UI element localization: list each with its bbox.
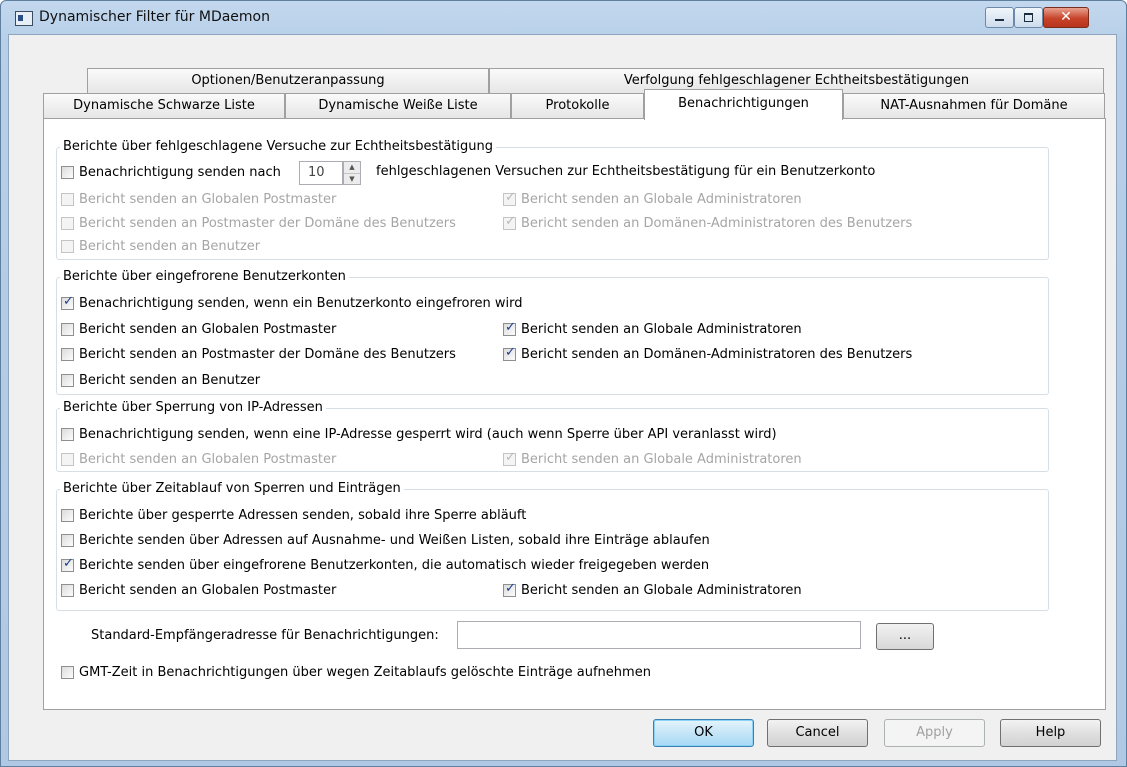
close-button[interactable]: ✕ [1043, 7, 1089, 28]
checkbox-label: Bericht senden an Globale Administratore… [521, 452, 802, 467]
attempts-suffix-label: fehlgeschlagenen Versuchen zur Echtheits… [376, 164, 876, 179]
frozen-accounts-legend: Berichte über eingefrorene Benutzerkonte… [60, 269, 349, 284]
help-button[interactable]: Help [1000, 719, 1101, 747]
checkbox-label: Bericht senden an Benutzer [79, 239, 261, 254]
checkbox-label: Bericht senden an Domänen-Administratore… [521, 216, 913, 231]
checkbox-box[interactable] [61, 556, 74, 572]
tab-dynamic-whitelist[interactable]: Dynamische Weiße Liste [285, 93, 511, 118]
window-title: Dynamischer Filter für MDaemon [39, 9, 270, 25]
checkbox-box[interactable] [61, 217, 74, 230]
apply-button[interactable]: Apply [884, 719, 985, 747]
expiry-global-postmaster-checkbox[interactable]: Bericht senden an Globalen Postmaster [61, 582, 336, 599]
checkbox-box[interactable] [61, 166, 74, 179]
checkbox-label: Bericht senden an Postmaster der Domäne … [79, 216, 456, 231]
checkbox-box[interactable] [61, 666, 74, 679]
failed-auth-legend: Berichte über fehlgeschlagene Versuche z… [60, 139, 496, 154]
expiry-blocked-checkbox[interactable]: Berichte über gesperrte Adressen senden,… [61, 507, 526, 524]
title-bar[interactable]: Dynamischer Filter für MDaemon ✕ [1, 1, 1126, 35]
frozen-global-admins-checkbox[interactable]: Bericht senden an Globale Administratore… [503, 320, 802, 338]
failed-auth-notify-checkbox[interactable]: Benachrichtigung senden nach [61, 164, 281, 181]
frozen-global-postmaster-checkbox[interactable]: Bericht senden an Globalen Postmaster [61, 321, 336, 338]
checkbox-box[interactable] [503, 345, 516, 361]
checkbox-box[interactable] [61, 428, 74, 441]
checkbox-box[interactable] [503, 450, 516, 466]
checkbox-label: Bericht senden an Globalen Postmaster [79, 192, 337, 207]
checkbox-label: Bericht senden an Benutzer [79, 373, 261, 388]
checkbox-label: Bericht senden an Globale Administratore… [521, 583, 802, 598]
cancel-button[interactable]: Cancel [767, 719, 868, 747]
checkbox-box[interactable] [61, 240, 74, 253]
expiry-lists-checkbox[interactable]: Berichte senden über Adressen auf Ausnah… [61, 532, 710, 549]
ip-block-legend: Berichte über Sperrung von IP-Adressen [60, 400, 326, 415]
attempts-spinner-input[interactable]: 10 [299, 161, 343, 185]
checkbox-box[interactable] [61, 584, 74, 597]
checkbox-label: GMT-Zeit in Benachrichtigungen über wege… [79, 665, 651, 680]
checkbox-label: Berichte über gesperrte Adressen senden,… [79, 508, 527, 523]
checkbox-label: Benachrichtigung senden nach [79, 165, 281, 180]
ok-button[interactable]: OK [653, 719, 754, 747]
expiry-legend: Berichte über Zeitablauf von Sperren und… [60, 481, 404, 496]
app-icon [15, 11, 33, 26]
checkbox-label: Benachrichtigung senden, wenn eine IP-Ad… [79, 427, 777, 442]
checkbox-label: Bericht senden an Globale Administratore… [521, 322, 802, 337]
checkbox-label: Bericht senden an Postmaster der Domäne … [79, 347, 456, 362]
default-recipient-label: Standard-Empfängeradresse für Benachrich… [91, 628, 439, 643]
checkbox-label: Bericht senden an Domänen-Administratore… [521, 347, 913, 362]
frozen-notify-checkbox[interactable]: Benachrichtigung senden, wenn ein Benutz… [61, 294, 523, 312]
spin-up-icon[interactable]: ▲ [344, 162, 360, 174]
checkbox-label: Bericht senden an Globale Administratore… [521, 192, 802, 207]
tab-dynamic-blacklist[interactable]: Dynamische Schwarze Liste [43, 93, 285, 118]
tab-options[interactable]: Optionen/Benutzeranpassung [87, 68, 489, 93]
ip-block-notify-checkbox[interactable]: Benachrichtigung senden, wenn eine IP-Ad… [61, 426, 777, 443]
spin-down-icon[interactable]: ▼ [344, 174, 360, 185]
gmt-time-checkbox[interactable]: GMT-Zeit in Benachrichtigungen über wege… [61, 664, 651, 681]
checkbox-label: Bericht senden an Globalen Postmaster [79, 322, 337, 337]
checkbox-label: Benachrichtigung senden, wenn ein Benutz… [79, 296, 523, 311]
checkbox-box[interactable] [61, 374, 74, 387]
checkbox-box[interactable] [61, 453, 74, 466]
checkbox-box[interactable] [61, 509, 74, 522]
checkbox-box[interactable] [503, 214, 516, 230]
ip-block-global-admins-checkbox[interactable]: Bericht senden an Globale Administratore… [503, 450, 802, 468]
expiry-frozen-released-checkbox[interactable]: Berichte senden über eingefrorene Benutz… [61, 556, 710, 574]
checkbox-box[interactable] [503, 581, 516, 597]
checkbox-box[interactable] [503, 190, 516, 206]
checkbox-box[interactable] [61, 534, 74, 547]
checkbox-box[interactable] [61, 323, 74, 336]
minimize-button[interactable] [985, 7, 1014, 28]
checkbox-box[interactable] [61, 348, 74, 361]
checkbox-label: Berichte senden über Adressen auf Ausnah… [79, 533, 710, 548]
failed-auth-domain-postmaster-checkbox[interactable]: Bericht senden an Postmaster der Domäne … [61, 215, 456, 232]
failed-auth-user-checkbox[interactable]: Bericht senden an Benutzer [61, 238, 260, 255]
failed-auth-global-admins-checkbox[interactable]: Bericht senden an Globale Administratore… [503, 190, 802, 208]
frozen-domain-admins-checkbox[interactable]: Bericht senden an Domänen-Administratore… [503, 345, 913, 363]
expiry-global-admins-checkbox[interactable]: Bericht senden an Globale Administratore… [503, 581, 802, 599]
frozen-user-checkbox[interactable]: Bericht senden an Benutzer [61, 372, 260, 389]
failed-auth-global-postmaster-checkbox[interactable]: Bericht senden an Globalen Postmaster [61, 191, 336, 208]
tab-notifications[interactable]: Benachrichtigungen [644, 89, 843, 120]
checkbox-box[interactable] [61, 294, 74, 310]
ip-block-global-postmaster-checkbox[interactable]: Bericht senden an Globalen Postmaster [61, 451, 336, 468]
attempts-spinner-buttons[interactable]: ▲ ▼ [343, 161, 361, 185]
checkbox-label: Bericht senden an Globalen Postmaster [79, 452, 337, 467]
failed-auth-domain-admins-checkbox[interactable]: Bericht senden an Domänen-Administratore… [503, 214, 913, 232]
checkbox-label: Bericht senden an Globalen Postmaster [79, 583, 337, 598]
close-icon: ✕ [1060, 9, 1072, 25]
checkbox-label: Berichte senden über eingefrorene Benutz… [79, 558, 710, 573]
tab-logs[interactable]: Protokolle [511, 93, 644, 118]
checkbox-box[interactable] [61, 193, 74, 206]
tab-nat-exceptions[interactable]: NAT-Ausnahmen für Domäne [843, 93, 1105, 118]
frozen-domain-postmaster-checkbox[interactable]: Bericht senden an Postmaster der Domäne … [61, 346, 456, 363]
maximize-button[interactable] [1014, 7, 1043, 28]
checkbox-box[interactable] [503, 320, 516, 336]
default-recipient-input[interactable] [457, 621, 861, 649]
browse-button[interactable]: ... [876, 623, 934, 650]
